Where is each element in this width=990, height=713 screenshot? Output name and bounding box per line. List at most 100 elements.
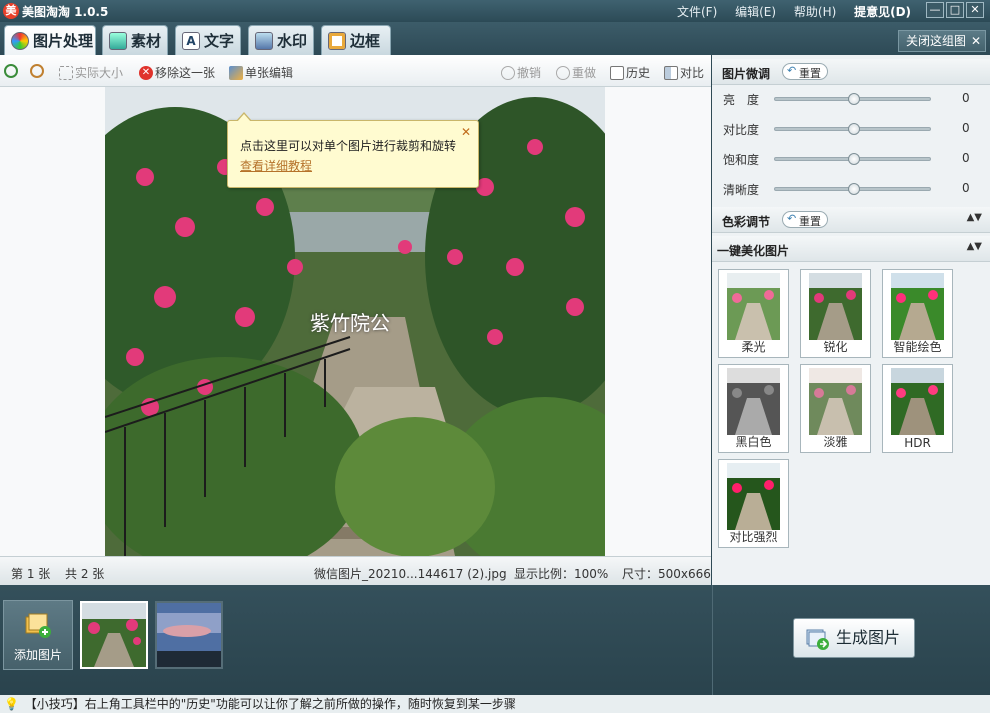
- tip-bar: 💡 【小技巧】右上角工具栏中的"历史"功能可以让你了解之前所做的操作，随时恢复到…: [0, 695, 990, 713]
- generate-icon: [806, 629, 829, 650]
- tab-bar: 图片处理 素材 A 文字 水印 边框 关闭这组图 ✕: [0, 22, 990, 55]
- zoom-in-button[interactable]: [4, 64, 20, 78]
- color-section-header[interactable]: 色彩调节 重置 ▲▼: [712, 207, 990, 233]
- compare-button[interactable]: 对比: [664, 64, 704, 81]
- brightness-slider[interactable]: [774, 93, 931, 105]
- thumbnail-image: [157, 603, 221, 667]
- effect-hdr[interactable]: HDR: [882, 364, 953, 453]
- undo-button[interactable]: 撤销: [501, 64, 541, 81]
- brightness-value: 0: [962, 91, 970, 105]
- tab-watermark[interactable]: 水印: [248, 25, 314, 55]
- sharpness-slider[interactable]: [774, 183, 931, 195]
- redo-button[interactable]: 重做: [556, 64, 596, 81]
- tooltip-close-icon[interactable]: ✕: [461, 125, 471, 139]
- right-panel: 图片微调 重置 亮 度 0 对比度 0 饱和度 0 清晰度 0 色彩调节 重置 …: [712, 55, 990, 585]
- remove-image-button[interactable]: ✕ 移除这一张: [139, 64, 215, 81]
- single-edit-label: 单张编辑: [245, 66, 294, 80]
- brightness-label: 亮 度: [723, 93, 760, 107]
- thumbnail-2[interactable]: [155, 601, 223, 669]
- contrast-knob[interactable]: [848, 123, 860, 135]
- tab-image-processing[interactable]: 图片处理: [4, 25, 96, 55]
- effect-label: 对比强烈: [729, 530, 778, 544]
- generate-image-button[interactable]: 生成图片: [793, 618, 915, 658]
- effect-high-contrast[interactable]: 对比强烈: [718, 459, 789, 548]
- effect-label: 智能绘色: [893, 340, 942, 354]
- close-icon: ✕: [970, 34, 981, 48]
- close-group-button[interactable]: 关闭这组图 ✕: [898, 30, 986, 52]
- frame-icon: [328, 31, 346, 50]
- effect-label: 锐化: [823, 340, 848, 354]
- tip-text: 【小技巧】右上角工具栏中的"历史"功能可以让你了解之前所做的操作，随时恢复到某一…: [24, 697, 516, 711]
- adjust-reset-button[interactable]: 重置: [782, 63, 828, 80]
- zoom-out-button[interactable]: [30, 64, 46, 78]
- redo-label: 重做: [572, 66, 597, 80]
- menu-help[interactable]: 帮助(H): [794, 5, 836, 19]
- brightness-knob[interactable]: [848, 93, 860, 105]
- actual-size-icon: [59, 65, 73, 80]
- tooltip-text: 点击这里可以对单个图片进行裁剪和旋转: [240, 139, 457, 153]
- tutorial-link[interactable]: 查看详细教程: [240, 157, 478, 174]
- tab-label: 边框: [350, 32, 381, 50]
- history-button[interactable]: 历史: [610, 64, 650, 81]
- tab-border[interactable]: 边框: [321, 25, 391, 55]
- expand-toggle-icon[interactable]: ▲▼: [967, 212, 982, 223]
- actual-size-button[interactable]: 实际大小: [59, 64, 123, 81]
- menu-bar: 文件(F) 编辑(E) 帮助(H) 提意见(D): [677, 3, 925, 20]
- add-image-icon: [25, 613, 51, 638]
- effect-thumbnail: [809, 273, 862, 340]
- effect-label: 黑白色: [735, 435, 772, 449]
- add-image-button[interactable]: 添加图片: [3, 600, 73, 670]
- image-canvas[interactable]: 紫竹院公 ✕ 点击这里可以对单个图片进行裁剪和旋转 查看详细教程: [0, 87, 711, 556]
- thumbnail-image: [82, 603, 146, 667]
- material-icon: [109, 31, 127, 50]
- watermark-icon: [255, 31, 273, 50]
- tab-label: 素材: [131, 32, 162, 50]
- single-edit-tooltip: ✕ 点击这里可以对单个图片进行裁剪和旋转 查看详细教程: [227, 112, 479, 188]
- contrast-slider[interactable]: [774, 123, 931, 135]
- brightness-slider-row: 亮 度 0: [712, 85, 990, 115]
- minimize-button[interactable]: —: [926, 2, 944, 18]
- effect-thumbnail: [727, 273, 780, 340]
- thumbnail-1-selected[interactable]: [80, 601, 148, 669]
- contrast-label: 对比度: [723, 123, 760, 137]
- total-images: 共 2 张: [65, 567, 105, 581]
- add-image-label: 添加图片: [13, 648, 62, 662]
- window-controls: — □ ✕: [926, 2, 984, 18]
- menu-feedback[interactable]: 提意见(D): [854, 5, 911, 19]
- zoom-ratio: 显示比例：100%: [514, 567, 609, 581]
- effect-soft-light[interactable]: 柔光: [718, 269, 789, 358]
- effect-thumbnail: [809, 368, 862, 435]
- sharpness-value: 0: [962, 181, 970, 195]
- tab-text[interactable]: A 文字: [175, 25, 241, 55]
- maximize-button[interactable]: □: [946, 2, 964, 18]
- effect-black-white[interactable]: 黑白色: [718, 364, 789, 453]
- menu-file[interactable]: 文件(F): [677, 5, 717, 19]
- beautify-section-header[interactable]: 一键美化图片 ▲▼: [712, 236, 990, 262]
- sharpness-knob[interactable]: [848, 183, 860, 195]
- generate-label: 生成图片: [836, 628, 901, 647]
- effect-elegant[interactable]: 淡雅: [800, 364, 871, 453]
- sharpness-slider-row: 清晰度 0: [712, 175, 990, 205]
- effect-sharpen[interactable]: 锐化: [800, 269, 871, 358]
- single-edit-button[interactable]: 单张编辑: [229, 64, 293, 81]
- tab-material[interactable]: 素材: [102, 25, 168, 55]
- saturation-slider[interactable]: [774, 153, 931, 165]
- main-panel: 实际大小 ✕ 移除这一张 单张编辑 撤销 重做 历史 对比 紫竹院公 ✕ 点击这…: [0, 55, 711, 585]
- effect-label: 柔光: [741, 340, 766, 354]
- generate-area: 生成图片: [712, 585, 990, 695]
- lightbulb-icon: 💡: [4, 697, 19, 711]
- title-bar: 美 美图淘淘 1.0.5 文件(F) 编辑(E) 帮助(H) 提意见(D) — …: [0, 0, 990, 22]
- color-reset-button[interactable]: 重置: [782, 211, 828, 228]
- menu-edit[interactable]: 编辑(E): [735, 5, 776, 19]
- close-window-button[interactable]: ✕: [966, 2, 984, 18]
- expand-toggle-icon[interactable]: ▲▼: [967, 241, 982, 252]
- redo-icon: [556, 65, 570, 80]
- sharpness-label: 清晰度: [723, 183, 760, 197]
- app-title: 美图淘淘 1.0.5: [22, 5, 109, 19]
- compare-icon: [664, 65, 678, 80]
- photo-watermark-text: 紫竹院公: [310, 311, 390, 335]
- saturation-knob[interactable]: [848, 153, 860, 165]
- effect-label: 淡雅: [823, 435, 848, 449]
- zoom-in-icon: [4, 64, 18, 78]
- effect-smart-color[interactable]: 智能绘色: [882, 269, 953, 358]
